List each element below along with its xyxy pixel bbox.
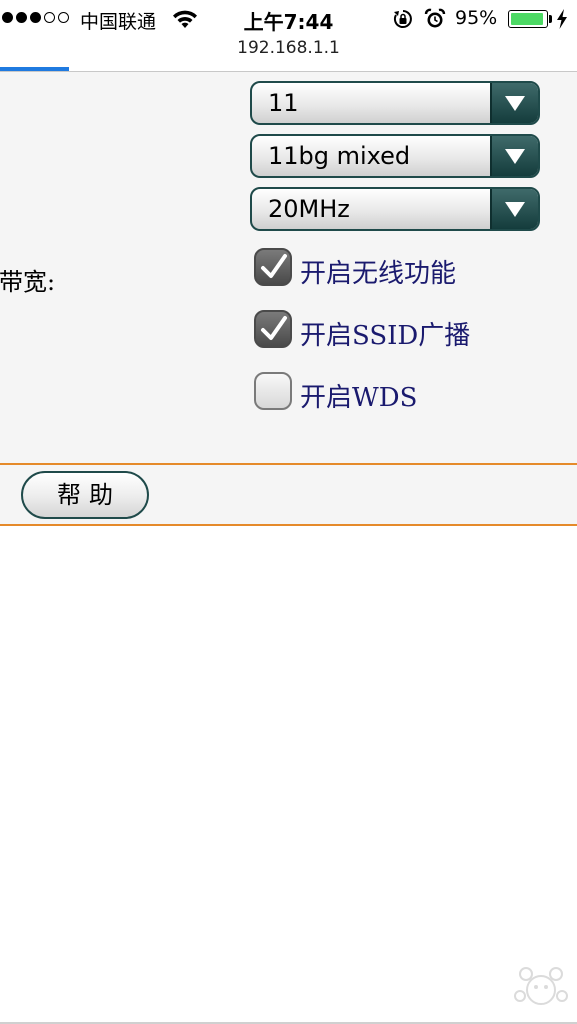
battery-fill	[511, 13, 544, 25]
battery-icon	[508, 10, 548, 28]
enable-wireless-label[interactable]: 开启无线功能	[300, 253, 456, 290]
bandwidth-select[interactable]: 20MHz	[250, 187, 540, 231]
alarm-icon	[424, 8, 446, 28]
chevron-down-icon	[505, 96, 525, 111]
charging-bolt-icon	[557, 9, 567, 29]
channel-select-value: 11	[268, 89, 299, 117]
status-bar: 中国联通 上午7:44 95%	[0, 0, 577, 38]
mode-select-arrow[interactable]	[490, 136, 538, 176]
orientation-lock-icon	[393, 10, 412, 28]
wireless-settings-panel: 11 11bg mixed 带宽: 20MHz 开启无线功能 开启SSID广播 …	[0, 72, 577, 463]
bandwidth-select-value: 20MHz	[268, 195, 350, 223]
mode-select-value: 11bg mixed	[268, 142, 411, 170]
channel-select[interactable]: 11	[250, 81, 540, 125]
bandwidth-select-arrow[interactable]	[490, 189, 538, 229]
checkmark-icon	[261, 316, 287, 340]
enable-ssid-broadcast-checkbox[interactable]	[254, 310, 292, 348]
enable-ssid-broadcast-label[interactable]: 开启SSID广播	[300, 315, 470, 352]
help-button[interactable]: 帮助	[21, 471, 149, 519]
enable-wds-label[interactable]: 开启WDS	[300, 377, 417, 414]
help-bar: 帮助	[0, 463, 577, 526]
bandwidth-label: 带宽:	[0, 268, 56, 296]
battery-cap	[549, 15, 552, 23]
chevron-down-icon	[505, 149, 525, 164]
url-address[interactable]: 192.168.1.1	[0, 38, 577, 58]
watermark-logo-icon	[514, 967, 568, 1005]
battery-percent: 95%	[455, 7, 498, 29]
checkmark-icon	[261, 254, 287, 278]
mode-select[interactable]: 11bg mixed	[250, 134, 540, 178]
enable-wds-checkbox[interactable]	[254, 372, 292, 410]
enable-wireless-checkbox[interactable]	[254, 248, 292, 286]
channel-select-arrow[interactable]	[490, 83, 538, 123]
chevron-down-icon	[505, 202, 525, 217]
